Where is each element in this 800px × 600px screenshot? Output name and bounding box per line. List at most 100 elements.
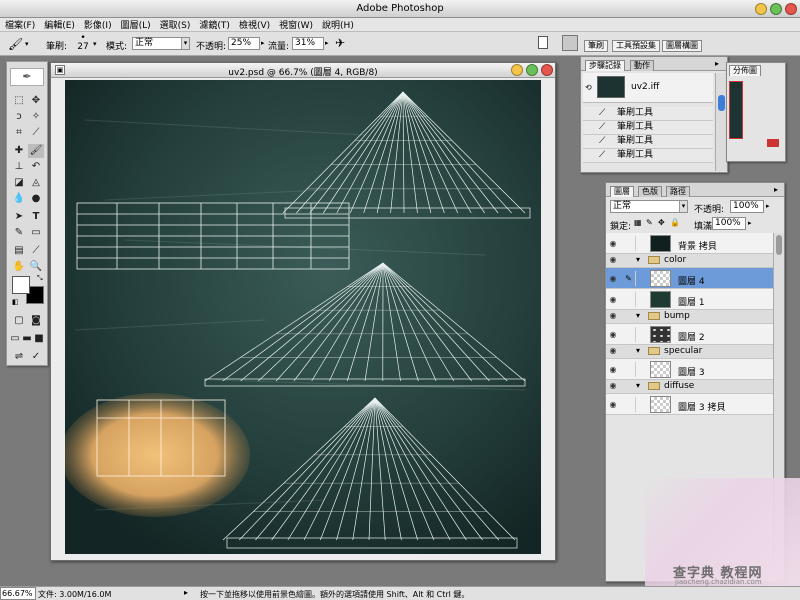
brush-picker-dropdown-icon[interactable]: ▾ <box>93 40 97 48</box>
tab-paths[interactable]: 路徑 <box>666 186 690 197</box>
edit-in-imageready-icon[interactable]: ✓ <box>28 350 44 364</box>
brush-tool-preset-icon[interactable]: 🖌 <box>8 37 23 51</box>
eye-icon[interactable]: ◉ <box>606 381 620 390</box>
history-brush-icon[interactable]: ↶ <box>28 160 44 174</box>
mode-select[interactable]: 正常 ▾ <box>132 37 190 50</box>
history-item[interactable]: ⟋ 筆刷工具 <box>583 149 713 163</box>
palette-well-tab-brushes[interactable]: 筆刷 <box>584 40 608 52</box>
history-snapshot[interactable]: ⟲ uv2.iff <box>583 73 713 103</box>
link-slot[interactable] <box>622 362 636 377</box>
notes-icon[interactable]: ▤ <box>11 244 27 258</box>
layer-row[interactable]: ◉ 圖層 3 拷貝 <box>606 394 773 415</box>
panel-menu-arrow-icon[interactable]: ▸ <box>774 185 778 194</box>
screen-mode-full-menu-icon[interactable]: ▬ <box>21 332 33 346</box>
opacity-slider-arrow-icon[interactable]: ▸ <box>261 39 265 47</box>
link-slot[interactable] <box>622 292 636 307</box>
tab-layers[interactable]: 圖層 <box>610 186 634 197</box>
eye-icon[interactable]: ◉ <box>606 239 620 248</box>
layer-row[interactable]: ◉ ✎ 圖層 4 <box>606 268 773 289</box>
expand-triangle-icon[interactable]: ▾ <box>636 255 640 264</box>
zoom-level[interactable]: 66.67% <box>0 587 36 600</box>
history-item[interactable]: ⟋ 筆刷工具 <box>583 135 713 149</box>
jump-to-imageready-icon[interactable]: ⇌ <box>11 350 27 364</box>
zoom-icon[interactable]: 🔍 <box>28 260 44 274</box>
flow-input[interactable]: 31% <box>292 37 324 50</box>
menu-layer[interactable]: 圖層(L) <box>121 18 151 31</box>
default-colors-icon[interactable]: ◧ <box>12 298 19 306</box>
link-slot[interactable] <box>622 236 636 251</box>
magic-wand-icon[interactable]: ✧ <box>28 110 44 124</box>
blend-mode-select[interactable]: 正常 ▾ <box>610 200 688 213</box>
blur-icon[interactable]: 💧 <box>11 192 27 206</box>
move-icon[interactable]: ✥ <box>28 94 44 108</box>
paint-bucket-icon[interactable]: ◬ <box>28 176 44 190</box>
lasso-icon[interactable]: ↄ <box>11 110 27 124</box>
lock-image-icon[interactable]: ✎ <box>646 218 653 227</box>
eye-icon[interactable]: ◉ <box>606 311 620 320</box>
eye-icon[interactable]: ◉ <box>606 400 620 409</box>
screen-mode-full-icon[interactable]: ■ <box>33 332 45 346</box>
eye-icon[interactable]: ◉ <box>606 274 620 283</box>
link-slot[interactable] <box>622 327 636 342</box>
eye-icon[interactable]: ◉ <box>606 330 620 339</box>
canvas[interactable] <box>65 80 541 554</box>
layer-opacity-input[interactable]: 100% <box>730 200 764 213</box>
photoshop-logo-icon[interactable]: ✒ <box>10 68 44 86</box>
palette-well-tab-tool-presets[interactable]: 工具預設集 <box>612 40 660 52</box>
healing-brush-icon[interactable]: ✚ <box>11 144 27 158</box>
opacity-input[interactable]: 25% <box>228 37 260 50</box>
crop-icon[interactable]: ⌗ <box>11 126 27 140</box>
rectangle-shape-icon[interactable]: ▭ <box>28 226 44 240</box>
layer-row[interactable]: ◉ 圖層 2 <box>606 324 773 345</box>
eye-icon[interactable]: ◉ <box>606 365 620 374</box>
expand-triangle-icon[interactable]: ▾ <box>636 346 640 355</box>
standard-mode-icon[interactable]: ▢ <box>11 314 27 328</box>
expand-triangle-icon[interactable]: ▾ <box>636 311 640 320</box>
fill-input[interactable]: 100% <box>712 217 746 230</box>
palette-well-icon[interactable] <box>562 35 578 51</box>
history-item[interactable]: ⟋ 筆刷工具 <box>583 107 713 121</box>
brush-icon[interactable]: 🖌 <box>28 144 44 158</box>
quick-mask-mode-icon[interactable]: ◙ <box>28 314 44 328</box>
menu-file[interactable]: 檔案(F) <box>5 18 35 31</box>
foreground-color-swatch[interactable] <box>12 276 30 294</box>
minimize-button[interactable] <box>755 3 767 15</box>
path-selection-icon[interactable]: ➤ <box>11 210 27 224</box>
scrollbar-thumb[interactable] <box>776 235 782 255</box>
panel-menu-arrow-icon[interactable]: ▸ <box>715 59 719 68</box>
lock-transparency-icon[interactable]: ▦ <box>634 218 642 227</box>
maximize-button[interactable] <box>770 3 782 15</box>
file-browser-icon[interactable] <box>538 36 548 49</box>
lock-position-icon[interactable]: ✥ <box>658 218 665 227</box>
layer-row[interactable]: ◉ 圖層 1 <box>606 289 773 310</box>
doc-maximize-button[interactable] <box>526 64 538 76</box>
lock-all-icon[interactable]: 🔒 <box>670 218 680 227</box>
history-item[interactable]: ⟋ 筆刷工具 <box>583 121 713 135</box>
eye-icon[interactable]: ◉ <box>606 295 620 304</box>
layer-group-row[interactable]: ◉ ▾ color <box>606 254 773 268</box>
slice-icon[interactable]: ⟋ <box>28 126 44 140</box>
eyedropper-icon[interactable]: ⟋ <box>28 244 44 258</box>
eye-icon[interactable]: ◉ <box>606 346 620 355</box>
tab-history[interactable]: 步驟記錄 <box>585 60 625 71</box>
opacity-slider-arrow-icon[interactable]: ▸ <box>766 202 770 210</box>
palette-well-tab-layer-comps[interactable]: 圖層構圖 <box>662 40 702 52</box>
clone-stamp-icon[interactable]: ⊥ <box>11 160 27 174</box>
status-menu-arrow-icon[interactable]: ▸ <box>184 588 188 597</box>
history-brush-source-icon[interactable]: ⟲ <box>585 83 592 92</box>
document-title-bar[interactable]: ▣ uv2.psd @ 66.7% (圖層 4, RGB/8) <box>51 63 555 78</box>
link-slot[interactable] <box>622 397 636 412</box>
eraser-icon[interactable]: ◪ <box>11 176 27 190</box>
eye-icon[interactable]: ◉ <box>606 255 620 264</box>
layer-group-row[interactable]: ◉ ▾ bump <box>606 310 773 324</box>
menu-select[interactable]: 選取(S) <box>160 18 191 31</box>
fill-slider-arrow-icon[interactable]: ▸ <box>748 219 752 227</box>
screen-mode-standard-icon[interactable]: ▭ <box>9 332 21 346</box>
layer-group-row[interactable]: ◉ ▾ specular <box>606 345 773 359</box>
menu-help[interactable]: 說明(H) <box>322 18 354 31</box>
navigator-thumbnail[interactable] <box>729 81 743 139</box>
marquee-icon[interactable]: ⬚ <box>11 94 27 108</box>
menu-view[interactable]: 檢視(V) <box>239 18 270 31</box>
tab-histogram[interactable]: 分佈圖 <box>729 65 761 76</box>
doc-minimize-button[interactable] <box>511 64 523 76</box>
